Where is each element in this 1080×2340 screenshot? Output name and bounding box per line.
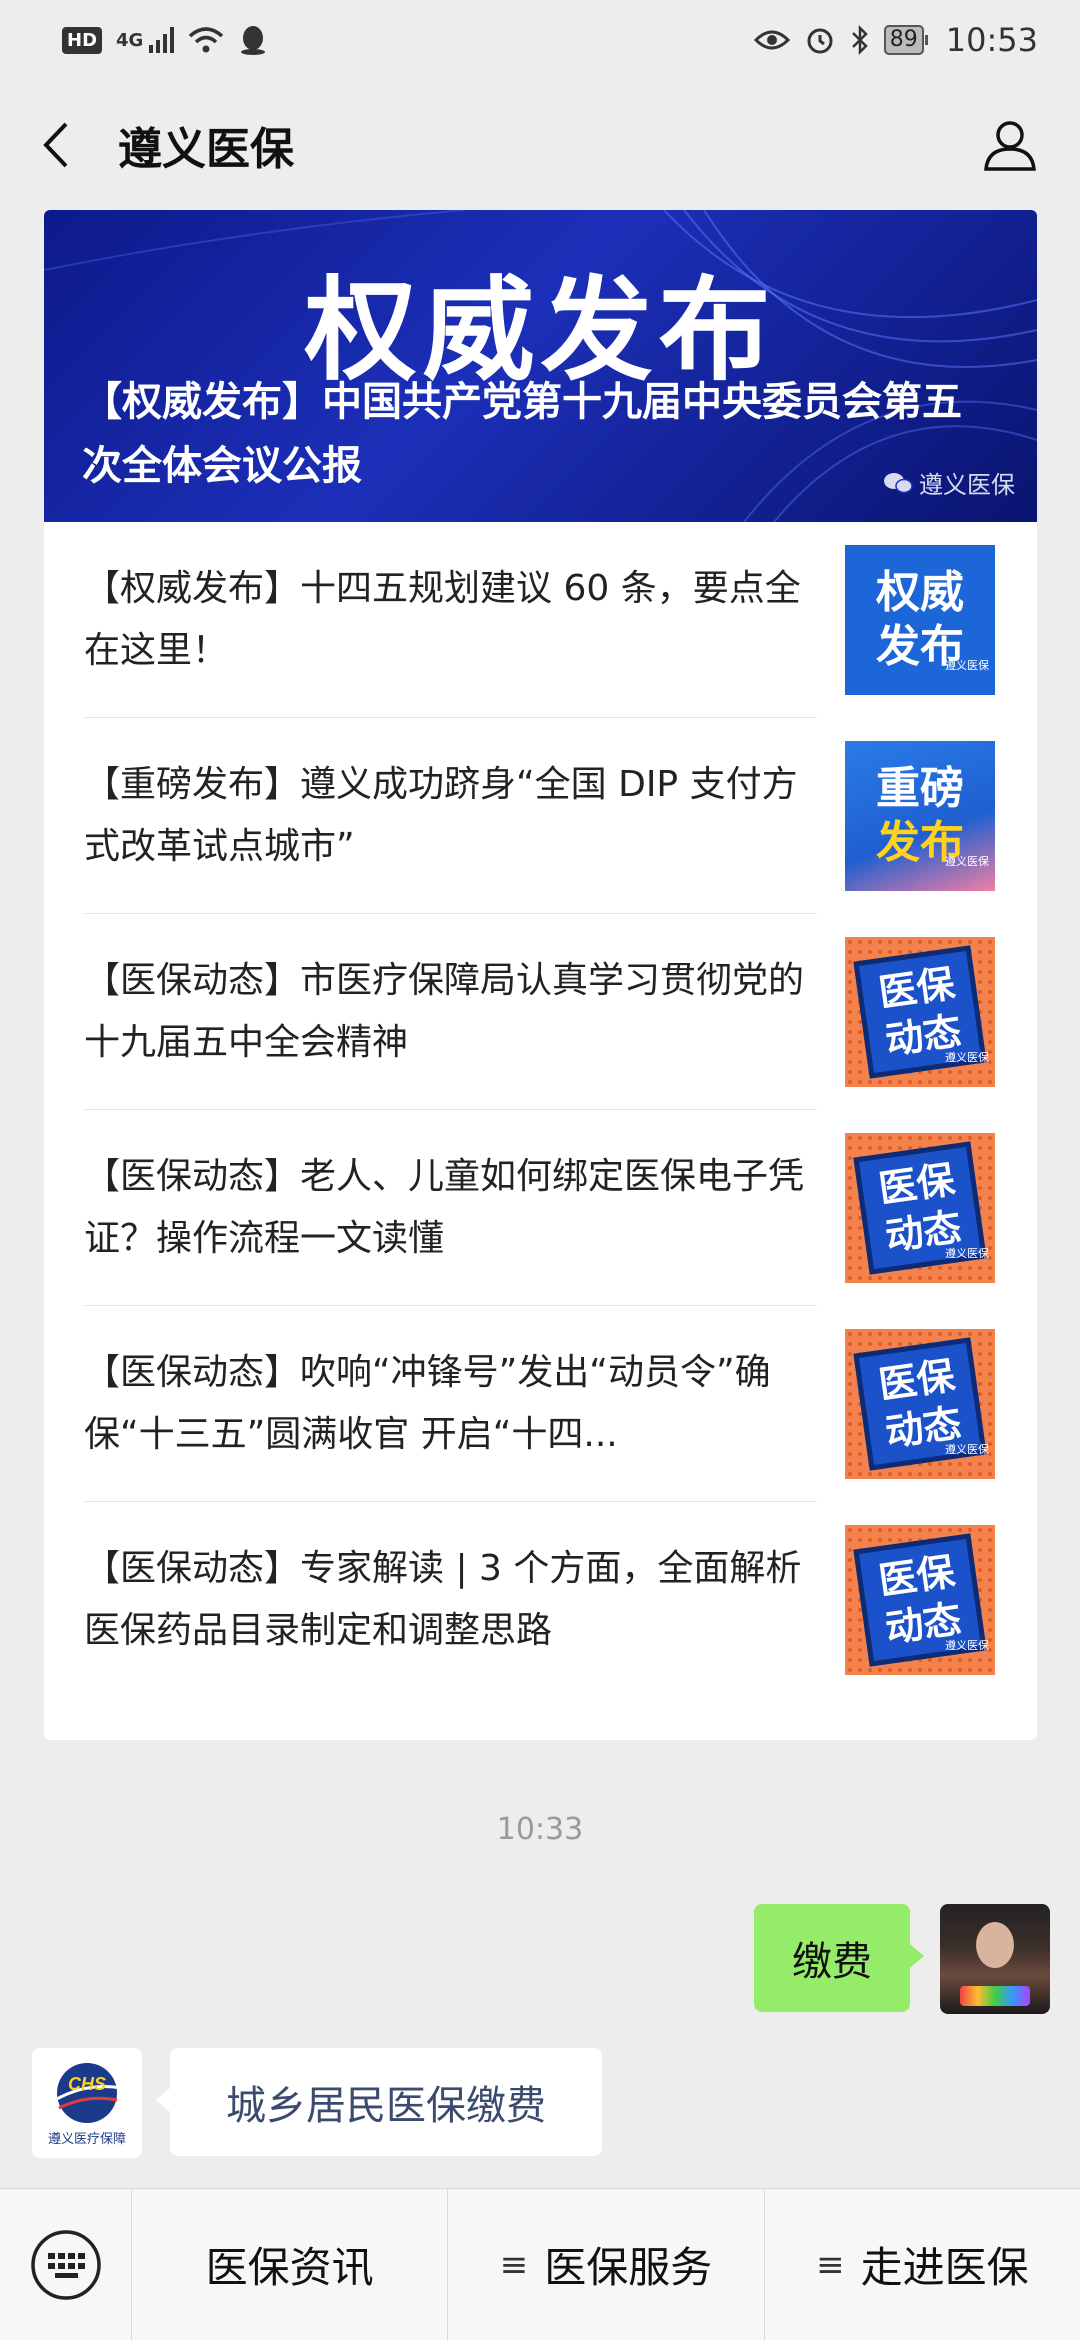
banner-article[interactable]: 权威发布 【权威发布】中国共产党第十九届中央委员会第五次全体会议公报 遵义医保 [44,210,1037,522]
article-item[interactable]: 【医保动态】市医疗保障局认真学习贯彻党的十九届五中全会精神 医保 动态 遵义医保 [44,914,1037,1110]
article-title: 【医保动态】吹响“冲锋号”发出“动员令”确保“十三五”圆满收官 开启“十四... [84,1352,771,1455]
network-label: 4G [116,29,144,51]
avatar-clothing [960,1986,1030,2006]
title-bar: 遵义医保 [0,80,1080,210]
menu-item-services[interactable]: ≡ 医保服务 [448,2188,765,2340]
thumb-tag: 遵义医保 [945,1443,989,1456]
back-button[interactable] [40,115,80,175]
banner-headline: 【权威发布】中国共产党第十九届中央委员会第五次全体会议公报 [82,379,962,489]
eye-icon [753,30,790,50]
thumb-tag: 遵义医保 [945,1247,989,1260]
menu-item-about[interactable]: ≡ 走进医保 [765,2189,1080,2340]
article-title: 【医保动态】市医疗保障局认真学习贯彻党的十九届五中全会精神 [84,960,805,1063]
user-message-bubble[interactable]: 缴费 [754,1904,924,2012]
menu-item-label: 医保资讯 [205,2243,374,2292]
article-title: 【权威发布】十四五规划建议 60 条，要点全在这里！ [84,568,801,671]
clock: 10:53 [945,21,1038,59]
keyboard-icon [30,2229,101,2300]
thumb-tag: 遵义医保 [945,1051,989,1064]
avatar-face [976,1922,1014,1968]
article-thumbnail: 医保 动态 遵义医保 [845,1329,995,1479]
page-title: 遵义医保 [118,124,294,175]
menu-icon: ≡ [816,2244,845,2285]
article-title: 【重磅发布】遵义成功跻身“全国 DIP 支付方式改革试点城市” [84,764,798,867]
article-title: 【医保动态】老人、儿童如何绑定医保电子凭证？操作流程一文读懂 [84,1156,805,1259]
thumb-tag: 遵义医保 [945,1639,989,1652]
wechat-icon [884,472,913,493]
status-left: HD 4G [62,24,268,56]
article-thumbnail: 医保 动态 遵义医保 [845,1525,995,1675]
article-item[interactable]: 【医保动态】老人、儿童如何绑定医保电子凭证？操作流程一文读懂 医保 动态 遵义医… [44,1110,1037,1306]
menu-icon: ≡ [499,2244,529,2285]
news-card[interactable]: 权威发布 【权威发布】中国共产党第十九届中央委员会第五次全体会议公报 遵义医保 … [44,210,1037,1740]
article-thumbnail: 医保 动态 遵义医保 [845,1133,995,1283]
alarm-icon [807,28,833,54]
hd-badge: HD [62,26,103,54]
article-title: 【医保动态】专家解读 | 3 个方面，全面解析医保药品目录制定和调整思路 [84,1548,802,1651]
signal-icon [149,27,175,53]
banner-source-label: 遵义医保 [919,471,1015,499]
chevron-left-icon [43,122,68,168]
article-thumbnail: 权威 发布 遵义医保 [845,545,995,695]
chs-logo-icon: CHS [54,2062,122,2123]
user-avatar[interactable] [940,1904,1050,2014]
status-right: 89 10:53 [753,21,1038,59]
qq-icon [241,26,266,55]
menu-item-label: 医保服务 [544,2243,713,2292]
article-thumbnail: 重磅 发布 遵义医保 [845,741,995,891]
wifi-icon [189,27,224,53]
battery-indicator: 89 [883,25,928,55]
official-account-avatar[interactable]: CHS 遵义医疗保障 [32,2048,142,2158]
chat-timestamp: 10:33 [496,1812,584,1847]
thumb-tag: 遵义医保 [945,659,989,672]
thumb-tag: 遵义医保 [945,855,989,868]
bottom-menu: 医保资讯 ≡ 医保服务 ≡ 走进医保 [0,2188,1080,2340]
bot-message-bubble[interactable]: 城乡居民医保缴费 [156,2048,602,2156]
chs-logo-text: CHS [68,2074,106,2094]
profile-button[interactable] [980,115,1040,175]
bluetooth-icon [851,24,868,56]
person-icon [984,121,1036,171]
thumb-text: 重磅 [876,763,964,814]
article-item[interactable]: 【医保动态】专家解读 | 3 个方面，全面解析医保药品目录制定和调整思路 医保 … [44,1502,1037,1698]
article-item[interactable]: 【重磅发布】遵义成功跻身“全国 DIP 支付方式改革试点城市” 重磅 发布 遵义… [44,718,1037,914]
status-bar: HD 4G 89 10:53 [0,0,1080,80]
thumb-text: 权威 [876,567,964,618]
banner-source: 遵义医保 [883,465,1015,500]
keyboard-toggle-button[interactable] [0,2188,132,2340]
menu-item-label: 走进医保 [860,2243,1029,2292]
article-thumbnail: 医保 动态 遵义医保 [845,937,995,1087]
menu-item-news[interactable]: 医保资讯 [132,2188,449,2340]
article-item[interactable]: 【医保动态】吹响“冲锋号”发出“动员令”确保“十三五”圆满收官 开启“十四...… [44,1306,1037,1502]
bot-avatar-caption: 遵义医疗保障 [47,2131,126,2147]
article-item[interactable]: 【权威发布】十四五规划建议 60 条，要点全在这里！ 权威 发布 遵义医保 [44,522,1037,718]
